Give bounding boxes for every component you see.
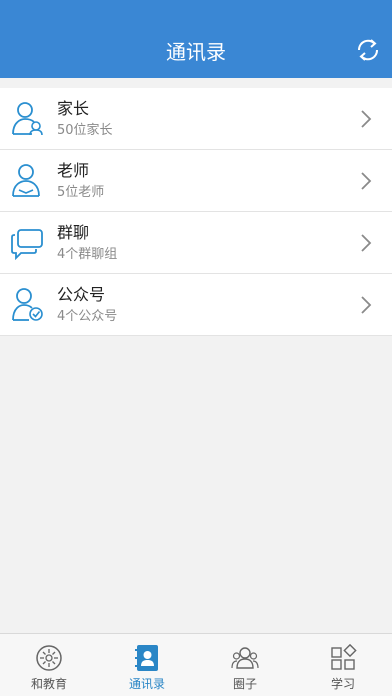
parent-user-icon: [12, 102, 43, 136]
top-bar: 通讯录: [0, 0, 392, 78]
circle-people-icon: [231, 647, 259, 669]
study-blocks-icon: [331, 644, 357, 670]
tab-study[interactable]: 学习: [294, 634, 392, 696]
contact-name: 老师: [57, 161, 90, 180]
page-title: 通讯录: [166, 40, 226, 64]
bottom-tab-bar: 和教育 通讯录 圈子 学习: [0, 633, 392, 696]
contact-count: 5位老师: [57, 185, 105, 200]
contacts-book-icon: [135, 645, 158, 671]
contact-name: 家长: [57, 99, 90, 118]
tab-label: 学习: [330, 677, 355, 691]
contacts-list: 家长 50位家长 老师 5位老师 群聊 4个群聊组 公众号 4个公众号: [0, 88, 392, 336]
tab-label: 和教育: [30, 677, 67, 691]
tab-contacts[interactable]: 通讯录: [98, 634, 196, 696]
teacher-user-icon: [12, 164, 40, 197]
contact-name: 公众号: [57, 285, 106, 304]
refresh-icon[interactable]: [354, 36, 382, 64]
contact-count: 4个公众号: [57, 309, 118, 324]
tab-education[interactable]: 和教育: [0, 634, 98, 696]
official-account-icon: [12, 288, 43, 321]
tab-label: 通讯录: [128, 677, 165, 691]
contact-name: 群聊: [57, 223, 90, 242]
education-icon: [36, 645, 62, 671]
tab-circle[interactable]: 圈子: [196, 634, 294, 696]
chevron-right-icon: [361, 234, 372, 252]
chevron-right-icon: [361, 172, 372, 190]
contact-row-parents[interactable]: 家长 50位家长: [0, 88, 392, 150]
contact-count: 4个群聊组: [57, 247, 118, 262]
tab-label: 圈子: [232, 677, 257, 691]
contact-row-official-accounts[interactable]: 公众号 4个公众号: [0, 274, 392, 336]
contact-count: 50位家长: [57, 123, 113, 138]
contact-row-teachers[interactable]: 老师 5位老师: [0, 150, 392, 212]
chevron-right-icon: [361, 110, 372, 128]
group-chat-icon: [11, 229, 43, 260]
chevron-right-icon: [361, 296, 372, 314]
contact-row-groups[interactable]: 群聊 4个群聊组: [0, 212, 392, 274]
